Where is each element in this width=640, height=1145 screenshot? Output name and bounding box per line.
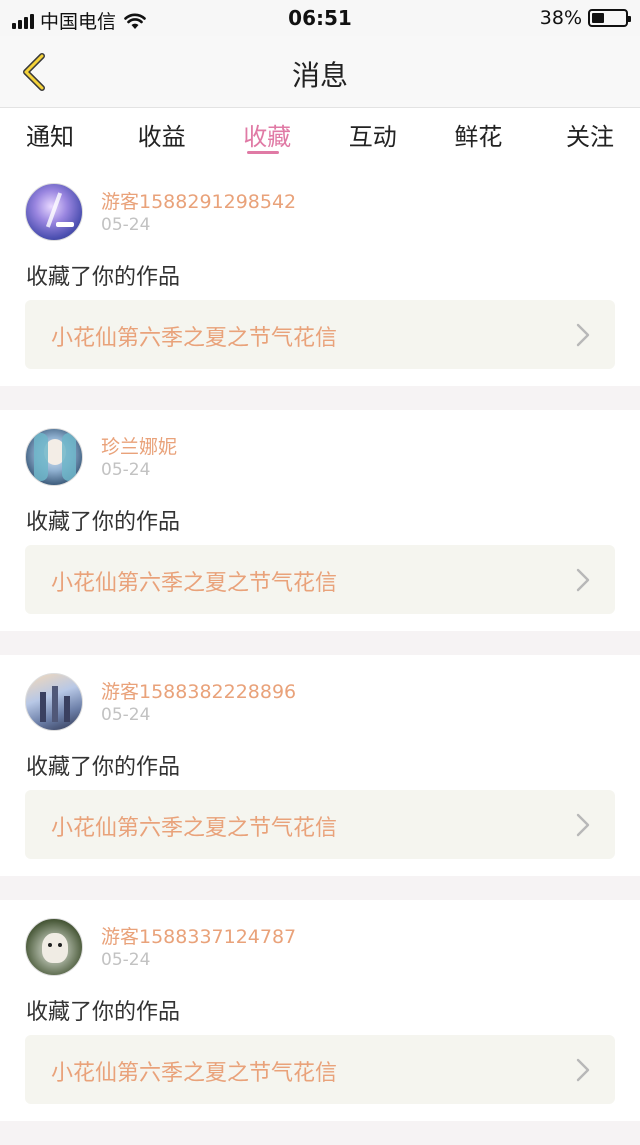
work-title: 小花仙第六季之夏之节气花信 <box>51 1061 338 1086</box>
timestamp: 05-24 <box>101 460 151 480</box>
tab-interactions[interactable]: 互动 <box>343 109 403 165</box>
avatar[interactable] <box>25 673 83 731</box>
action-text: 收藏了你的作品 <box>26 755 181 780</box>
work-title: 小花仙第六季之夏之节气花信 <box>51 816 338 841</box>
tab-label: 通知 <box>26 123 74 151</box>
avatar[interactable] <box>25 918 83 976</box>
username[interactable]: 游客1588337124787 <box>101 922 296 949</box>
username[interactable]: 珍兰娜妮 <box>101 432 177 459</box>
tab-following[interactable]: 关注 <box>554 109 614 165</box>
list-item: 游客1588382228896 05-24 收藏了你的作品 小花仙第六季之夏之节… <box>0 655 640 876</box>
divider <box>0 386 640 410</box>
tab-label: 收益 <box>137 123 186 151</box>
action-text: 收藏了你的作品 <box>26 510 181 535</box>
work-link[interactable]: 小花仙第六季之夏之节气花信 <box>25 1035 615 1104</box>
avatar[interactable] <box>25 183 83 241</box>
chevron-right-icon <box>576 568 590 592</box>
battery-percent: 38% <box>539 7 582 29</box>
work-link[interactable]: 小花仙第六季之夏之节气花信 <box>25 545 615 614</box>
tab-flowers[interactable]: 鲜花 <box>448 109 508 165</box>
tab-label: 收藏 <box>243 123 292 151</box>
chevron-right-icon <box>576 813 590 837</box>
divider <box>0 876 640 900</box>
divider <box>0 1121 640 1145</box>
battery-icon <box>588 9 631 27</box>
tab-label: 关注 <box>565 123 614 151</box>
message-list: 游客1588291298542 05-24 收藏了你的作品 小花仙第六季之夏之节… <box>0 165 640 1145</box>
chevron-right-icon <box>576 323 590 347</box>
work-title: 小花仙第六季之夏之节气花信 <box>51 326 338 351</box>
username[interactable]: 游客1588291298542 <box>101 187 296 214</box>
work-link[interactable]: 小花仙第六季之夏之节气花信 <box>25 300 615 369</box>
tab-earnings[interactable]: 收益 <box>132 109 192 165</box>
status-bar: 中国电信 06:51 38% <box>0 0 640 36</box>
tab-label: 互动 <box>348 123 397 151</box>
timestamp: 05-24 <box>101 215 151 235</box>
username[interactable]: 游客1588382228896 <box>101 677 296 704</box>
battery-fill <box>592 13 604 23</box>
timestamp: 05-24 <box>101 950 151 970</box>
action-text: 收藏了你的作品 <box>26 265 181 290</box>
timestamp: 05-24 <box>101 705 151 725</box>
list-item: 珍兰娜妮 05-24 收藏了你的作品 小花仙第六季之夏之节气花信 <box>0 410 640 631</box>
list-item: 游客1588337124787 05-24 收藏了你的作品 小花仙第六季之夏之节… <box>0 900 640 1121</box>
work-title: 小花仙第六季之夏之节气花信 <box>51 571 338 596</box>
avatar[interactable] <box>25 428 83 486</box>
tab-label: 鲜花 <box>454 123 503 151</box>
divider <box>0 631 640 655</box>
status-right: 38% <box>539 7 631 29</box>
work-link[interactable]: 小花仙第六季之夏之节气花信 <box>25 790 615 859</box>
page-title: 消息 <box>291 59 348 92</box>
active-tab-indicator <box>247 151 280 154</box>
tab-notifications[interactable]: 通知 <box>26 109 86 165</box>
tab-favorites[interactable]: 收藏 <box>237 109 297 165</box>
action-text: 收藏了你的作品 <box>26 1000 181 1025</box>
nav-bar: 消息 <box>0 36 640 108</box>
tab-bar: 通知 收益 收藏 互动 鲜花 关注 <box>0 109 640 165</box>
list-item: 游客1588291298542 05-24 收藏了你的作品 小花仙第六季之夏之节… <box>0 165 640 386</box>
chevron-right-icon <box>576 1058 590 1082</box>
